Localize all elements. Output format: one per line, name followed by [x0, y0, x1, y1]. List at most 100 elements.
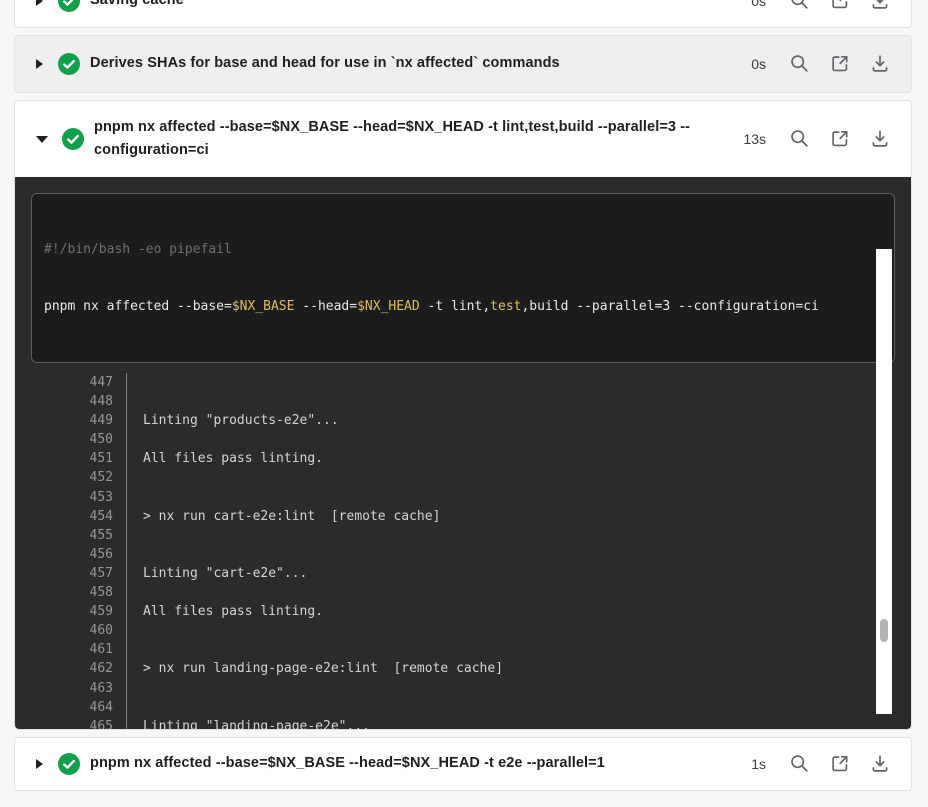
log-line: 458 — [15, 583, 911, 602]
step-actions: 0s — [751, 0, 891, 12]
log-line-number: 464 — [15, 698, 113, 717]
chevron-right-icon[interactable] — [36, 759, 43, 769]
chevron-down-icon[interactable] — [36, 136, 48, 143]
log-line-text — [126, 373, 911, 392]
step-duration: 13s — [743, 131, 766, 147]
command-highlight-token: $NX_BASE — [232, 299, 295, 314]
log-line-number: 449 — [15, 411, 113, 430]
step-actions: 0s — [751, 53, 891, 75]
log-line-text — [126, 698, 911, 717]
log-line: 462> nx run landing-page-e2e:lint [remot… — [15, 659, 911, 678]
download-icon[interactable] — [869, 53, 891, 75]
log-line-number: 448 — [15, 392, 113, 411]
search-icon[interactable] — [789, 753, 811, 775]
log-line-text: > nx run cart-e2e:lint [remote cache] — [126, 507, 911, 526]
log-line: 449 Linting "products-e2e"... — [15, 411, 911, 430]
log-line-number: 460 — [15, 621, 113, 640]
download-icon[interactable] — [869, 0, 891, 12]
log-line: 451 All files pass linting. — [15, 449, 911, 468]
log-line-number: 451 — [15, 449, 113, 468]
step-header-nx-affected-e2e[interactable]: pnpm nx affected --base=$NX_BASE --head=… — [15, 738, 911, 790]
log-line-text — [126, 488, 911, 507]
log-line-text: All files pass linting. — [126, 449, 911, 468]
command-text: --head= — [294, 299, 357, 314]
step-actions: 1s — [751, 753, 891, 775]
log-line-text — [126, 526, 911, 545]
command-line: pnpm nx affected --base=$NX_BASE --head=… — [44, 297, 882, 316]
log-line: 460 — [15, 621, 911, 640]
chevron-right-icon[interactable] — [36, 0, 43, 6]
log-line-text — [126, 430, 911, 449]
log-lines: 447448449 Linting "products-e2e"... 450451… — [15, 373, 911, 729]
success-check-icon — [58, 0, 80, 12]
log-line: 465Linting "landing-page-e2e"... — [15, 717, 911, 729]
terminal-scrollbar-track[interactable] — [876, 249, 892, 714]
log-line: 447 — [15, 373, 911, 392]
log-line: 459 All files pass linting. — [15, 602, 911, 621]
open-in-new-icon[interactable] — [829, 53, 851, 75]
log-line-number: 463 — [15, 679, 113, 698]
log-line-text — [126, 621, 911, 640]
log-line-number: 452 — [15, 468, 113, 487]
log-line-text: All files pass linting. — [126, 602, 911, 621]
step-card-nx-affected-e2e: pnpm nx affected --base=$NX_BASE --head=… — [14, 737, 912, 791]
command-box: #!/bin/bash -eo pipefail pnpm nx affecte… — [31, 193, 895, 363]
step-header-nx-affected[interactable]: pnpm nx affected --base=$NX_BASE --head=… — [15, 101, 911, 177]
step-duration: 1s — [751, 756, 766, 772]
log-line-number: 455 — [15, 526, 113, 545]
step-header-derive-shas[interactable]: Derives SHAs for base and head for use i… — [15, 36, 911, 92]
log-line-number: 454 — [15, 507, 113, 526]
step-duration: 0s — [751, 0, 766, 9]
step-list: Saving cache 0s Derives SHAs for base an… — [14, 0, 912, 791]
command-highlight-token: test — [490, 299, 521, 314]
command-text: ,build --parallel=3 --configuration=ci — [521, 299, 818, 314]
step-title: Derives SHAs for base and head for use i… — [90, 52, 560, 75]
log-line-number: 459 — [15, 602, 113, 621]
command-text: -t lint, — [420, 299, 490, 314]
search-icon[interactable] — [789, 53, 811, 75]
log-line-number: 461 — [15, 640, 113, 659]
log-line: 464 — [15, 698, 911, 717]
log-line: 461 — [15, 640, 911, 659]
log-line-number: 453 — [15, 488, 113, 507]
log-line-text: Linting "cart-e2e"... — [126, 564, 911, 583]
log-line: 452 — [15, 468, 911, 487]
open-in-new-icon[interactable] — [829, 0, 851, 12]
step-title: pnpm nx affected --base=$NX_BASE --head=… — [90, 752, 605, 775]
log-line-number: 462 — [15, 659, 113, 678]
log-line-number: 458 — [15, 583, 113, 602]
log-line-text: Linting "products-e2e"... — [126, 411, 911, 430]
step-title: pnpm nx affected --base=$NX_BASE --head=… — [94, 116, 739, 162]
step-header-saving-cache[interactable]: Saving cache 0s — [15, 0, 911, 27]
open-in-new-icon[interactable] — [829, 128, 851, 150]
log-line: 463 — [15, 679, 911, 698]
step-card-derive-shas: Derives SHAs for base and head for use i… — [14, 35, 912, 93]
log-line-number: 457 — [15, 564, 113, 583]
log-line-text — [126, 392, 911, 411]
download-icon[interactable] — [869, 753, 891, 775]
log-line-text: Linting "landing-page-e2e"... — [126, 717, 911, 729]
command-highlight-token: $NX_HEAD — [357, 299, 420, 314]
terminal-scrollbar-thumb[interactable] — [880, 619, 888, 642]
search-icon[interactable] — [789, 0, 811, 12]
log-line-text — [126, 640, 911, 659]
log-line: 456 — [15, 545, 911, 564]
open-in-new-icon[interactable] — [829, 753, 851, 775]
log-line-text — [126, 679, 911, 698]
log-line: 457 Linting "cart-e2e"... — [15, 564, 911, 583]
step-card-saving-cache: Saving cache 0s — [14, 0, 912, 28]
log-line-number: 450 — [15, 430, 113, 449]
log-line-number: 447 — [15, 373, 113, 392]
terminal-output-panel: #!/bin/bash -eo pipefail pnpm nx affecte… — [15, 177, 911, 729]
success-check-icon — [58, 753, 80, 775]
step-card-nx-affected-lint-test-build: pnpm nx affected --base=$NX_BASE --head=… — [14, 100, 912, 730]
log-line-number: 456 — [15, 545, 113, 564]
success-check-icon — [58, 53, 80, 75]
step-title: Saving cache — [90, 0, 184, 12]
download-icon[interactable] — [869, 128, 891, 150]
log-line: 454 > nx run cart-e2e:lint [remote cache] — [15, 507, 911, 526]
log-line-text — [126, 545, 911, 564]
chevron-right-icon[interactable] — [36, 59, 43, 69]
log-line: 453 — [15, 488, 911, 507]
search-icon[interactable] — [789, 128, 811, 150]
